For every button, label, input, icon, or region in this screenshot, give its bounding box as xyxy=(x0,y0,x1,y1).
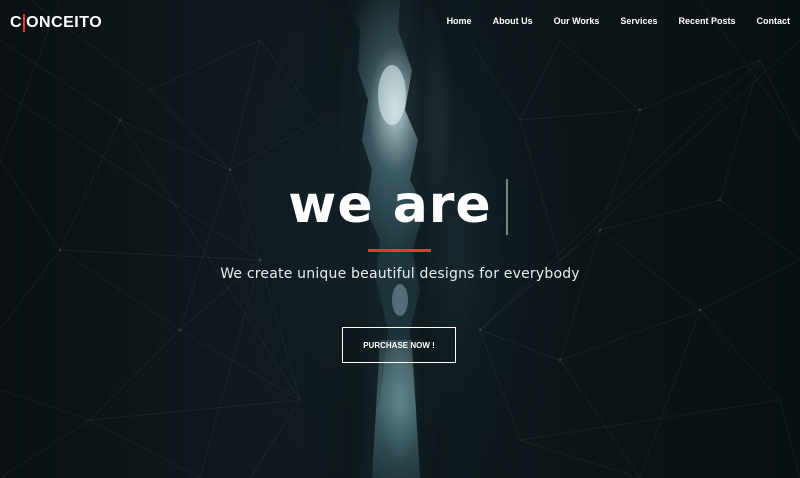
site-header: C ONCEITO Home About Us Our Works Servic… xyxy=(0,0,800,46)
hero-tagline: We create unique beautiful designs for e… xyxy=(220,266,580,282)
purchase-now-label: PURCHASE NOW ! xyxy=(363,340,435,350)
typing-cursor xyxy=(506,179,508,235)
hero-section: C ONCEITO Home About Us Our Works Servic… xyxy=(0,0,800,478)
hero-title-container: we are xyxy=(0,170,800,240)
logo-letter: C xyxy=(10,14,23,31)
hero-title: we are xyxy=(288,175,492,235)
title-underline xyxy=(368,249,431,252)
nav-item-recent-posts[interactable]: Recent Posts xyxy=(678,16,735,26)
nav-item-our-works[interactable]: Our Works xyxy=(554,16,600,26)
logo-text: ONCEITO xyxy=(26,14,103,31)
nav-item-services[interactable]: Services xyxy=(620,16,657,26)
nav-item-home[interactable]: Home xyxy=(447,16,472,26)
logo-accent-bar xyxy=(23,14,26,32)
site-logo[interactable]: C ONCEITO xyxy=(10,12,102,34)
purchase-now-button[interactable]: PURCHASE NOW ! xyxy=(342,327,456,363)
main-nav: Home About Us Our Works Services Recent … xyxy=(426,16,790,26)
nav-item-contact[interactable]: Contact xyxy=(757,16,791,26)
nav-item-about-us[interactable]: About Us xyxy=(493,16,533,26)
